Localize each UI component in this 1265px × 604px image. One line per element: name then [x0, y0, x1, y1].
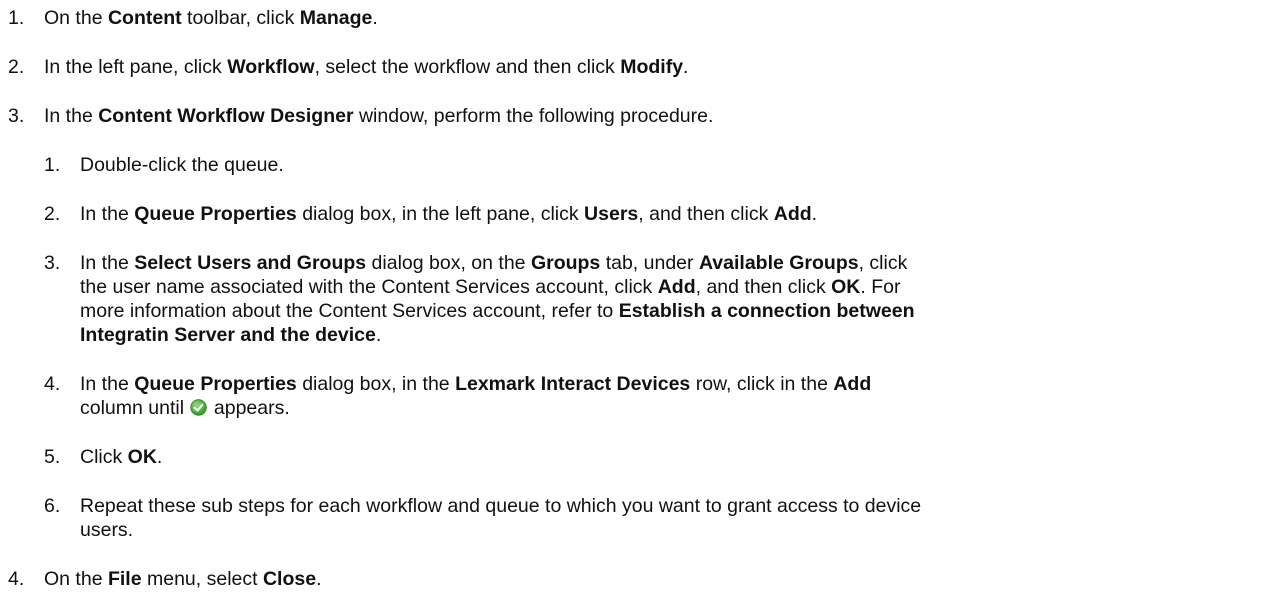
step-4-number: 4. [8, 568, 25, 590]
text-run: In the [80, 252, 135, 274]
text-run: dialog box, on the [366, 252, 531, 274]
substep-5-number: 5. [44, 446, 61, 468]
step-1-number: 1. [8, 7, 25, 29]
ui-term-queue-properties: Queue Properties [134, 373, 297, 395]
text-run: dialog box, in the left pane, click [296, 203, 585, 225]
substep-4-line-2: column until appears. [80, 396, 290, 420]
text-run: the user name associated with the Conten… [80, 276, 658, 298]
text-run: more information about the Content Servi… [80, 300, 619, 322]
ui-term-select-users-and-groups: Select Users and Groups [134, 252, 367, 274]
step-4-text: On the File menu, select Close. [44, 567, 321, 591]
ui-term-add: Add [833, 373, 872, 395]
ui-term-add: Add [773, 203, 812, 225]
step-1-text: On the Content toolbar, click Manage. [44, 6, 378, 30]
substep-3-number: 3. [44, 252, 61, 274]
text-run: . For [860, 276, 901, 298]
text-run: . [811, 203, 818, 225]
text-run: appears. [208, 397, 290, 419]
ui-term-add: Add [657, 276, 696, 298]
step-2-text: In the left pane, click Workflow, select… [44, 55, 688, 79]
substep-2-number: 2. [44, 203, 61, 225]
substep-3-line-3: more information about the Content Servi… [80, 299, 915, 323]
ui-term-lexmark-interact-devices: Lexmark Interact Devices [455, 373, 691, 395]
text-run: column until [80, 397, 190, 419]
ui-term-modify: Modify [620, 56, 684, 78]
ui-term-workflow: Workflow [227, 56, 315, 78]
ui-term-users: Users [584, 203, 639, 225]
ui-term-available-groups: Available Groups [698, 252, 859, 274]
substep-6-line-1: Repeat these sub steps for each workflow… [80, 495, 922, 517]
substep-4-line-1: In the Queue Properties dialog box, in t… [80, 372, 871, 396]
text-run: Double-click the queue. [80, 154, 284, 176]
text-run: , and then click [695, 276, 832, 298]
substep-6-number: 6. [44, 495, 61, 517]
text-run: row, click in the [690, 373, 834, 395]
text-run: In the [80, 203, 135, 225]
text-run: . [372, 7, 378, 29]
procedure-document: 1. On the Content toolbar, click Manage.… [0, 0, 1265, 604]
step-3-text: In the Content Workflow Designer window,… [44, 104, 713, 128]
substep-3-line-4: Integratin Server and the device. [80, 323, 381, 347]
text-run: . [375, 324, 382, 346]
ui-term-content: Content [107, 7, 182, 29]
substep-3-line-2: the user name associated with the Conten… [80, 275, 900, 299]
text-run: . [683, 56, 689, 78]
text-run: , click [858, 252, 908, 274]
text-run: Click [80, 446, 128, 468]
ui-term-file: File [107, 568, 142, 590]
text-run: , select the workflow and then click [314, 56, 621, 78]
ui-term-close: Close [262, 568, 317, 590]
text-run: In the left pane, click [44, 56, 228, 78]
text-run: . [156, 446, 163, 468]
step-2-number: 2. [8, 56, 25, 78]
reference-link-establish-connection[interactable]: Establish a connection between [619, 300, 915, 322]
reference-link-integratin-server[interactable]: Integratin Server and the device [80, 324, 376, 346]
substep-3-line-1: In the Select Users and Groups dialog bo… [80, 251, 907, 275]
substep-6-line-2: users. [80, 519, 134, 541]
text-run: In the [44, 105, 99, 127]
text-run: dialog box, in the [296, 373, 456, 395]
text-run: window, perform the following procedure. [353, 105, 714, 127]
substep-5-text: Click OK. [80, 445, 162, 469]
ui-term-queue-properties: Queue Properties [134, 203, 297, 225]
ui-term-manage: Manage [299, 7, 373, 29]
text-run: menu, select [141, 568, 263, 590]
substep-2-text: In the Queue Properties dialog box, in t… [80, 202, 817, 226]
ui-term-ok: OK [127, 446, 157, 468]
ui-term-content-workflow-designer: Content Workflow Designer [98, 105, 354, 127]
substep-1-number: 1. [44, 154, 61, 176]
text-run: . [316, 568, 322, 590]
ui-term-groups: Groups [530, 252, 601, 274]
text-run: tab, under [600, 252, 699, 274]
text-run: , and then click [638, 203, 774, 225]
substep-4-number: 4. [44, 373, 61, 395]
substep-1-text: Double-click the queue. [80, 153, 284, 177]
green-check-icon [190, 398, 208, 416]
text-run: On the [44, 7, 108, 29]
text-run: toolbar, click [181, 7, 300, 29]
ui-term-ok: OK [831, 276, 861, 298]
step-3-number: 3. [8, 105, 25, 127]
text-run: In the [80, 373, 135, 395]
text-run: On the [44, 568, 108, 590]
